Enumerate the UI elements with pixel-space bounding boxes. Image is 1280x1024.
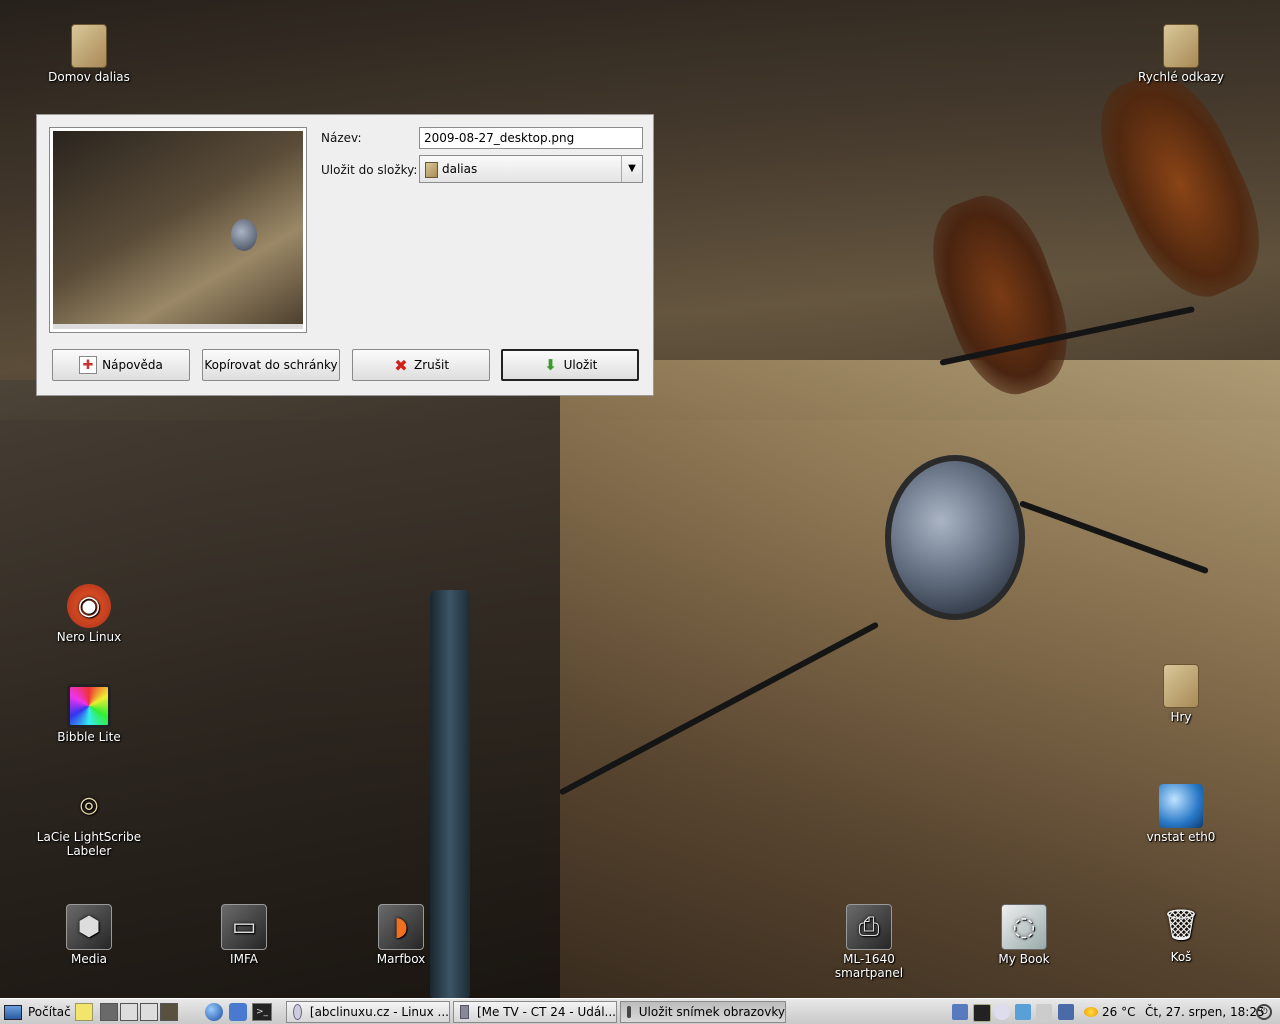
tv-icon <box>460 1005 469 1019</box>
nero-icon: ◉ <box>67 584 111 628</box>
help-icon: ✚ <box>79 356 98 374</box>
network-icon[interactable] <box>952 1004 968 1020</box>
media-tray-icon[interactable] <box>973 1004 991 1022</box>
clock-tray-icon[interactable] <box>994 1004 1010 1020</box>
desktop-icon-home[interactable]: Domov dalias <box>34 24 144 84</box>
desktop-icon-imfa[interactable]: ▭ IMFA <box>189 904 299 966</box>
launcher-notes[interactable] <box>75 1001 93 1023</box>
logout-button[interactable]: ⏻ <box>1256 1001 1272 1023</box>
desktop-icon-vnstat[interactable]: vnstat eth0 <box>1126 784 1236 844</box>
marfbox-icon: ◗ <box>378 904 424 950</box>
update-icon[interactable] <box>1015 1004 1031 1020</box>
clock[interactable]: Čt, 27. srpen, 18:25 <box>1145 1001 1265 1023</box>
folder-icon <box>71 24 107 68</box>
media-icon: ⬢ <box>66 904 112 950</box>
chevron-down-icon[interactable]: ▼ <box>621 156 642 182</box>
workspace-3[interactable] <box>140 1003 158 1021</box>
save-screenshot-dialog: Název: 2009-08-27_desktop.png Uložit do … <box>36 114 654 396</box>
start-menu-button[interactable]: Počítač <box>4 1001 71 1023</box>
chat-icon <box>229 1003 247 1021</box>
computer-icon <box>4 1004 22 1020</box>
globe-icon <box>1159 784 1203 828</box>
save-download-icon: ⬇ <box>544 356 557 374</box>
desktop-icon-printer[interactable]: ⎙ ML-1640 smartpanel <box>814 904 924 980</box>
folder-icon <box>1163 24 1199 68</box>
help-button[interactable]: ✚ Nápověda <box>52 349 190 381</box>
workspace-1[interactable] <box>100 1003 118 1021</box>
desktop-icon-games[interactable]: Hry <box>1126 664 1236 724</box>
folder-icon <box>425 161 438 178</box>
monitor-icon: ▭ <box>221 904 267 950</box>
notes-icon <box>75 1003 93 1021</box>
desktop-icon-lightscribe[interactable]: ◎ LaCie LightScribe Labeler <box>34 784 144 859</box>
filename-input[interactable]: 2009-08-27_desktop.png <box>419 127 643 149</box>
copy-to-clipboard-button[interactable]: Kopírovat do schránky <box>202 349 340 381</box>
printer-icon: ⎙ <box>846 904 892 950</box>
power-icon: ⏻ <box>1256 1004 1272 1020</box>
volume-icon[interactable] <box>1036 1004 1052 1020</box>
desktop-icon-mybook[interactable]: ◌ My Book <box>969 904 1079 966</box>
desktop-icon-trash[interactable]: 🗑 Koš <box>1126 904 1236 965</box>
desktop-icon-marfbox[interactable]: ◗ Marfbox <box>346 904 456 966</box>
workspace-2[interactable] <box>120 1003 138 1021</box>
launcher-messenger[interactable] <box>229 1001 247 1023</box>
browser-icon <box>293 1004 302 1020</box>
desktop-icon-nero[interactable]: ◉ Nero Linux <box>34 584 144 644</box>
desktop-icon-quick-links[interactable]: Rychlé odkazy <box>1126 24 1236 84</box>
name-label: Název: <box>321 131 362 145</box>
cancel-icon: ✖ <box>394 355 408 375</box>
folder-label: Uložit do složky: <box>321 163 418 177</box>
save-button[interactable]: ⬇ Uložit <box>501 349 639 381</box>
color-wheel-icon <box>67 684 111 728</box>
camera-icon <box>627 1006 631 1018</box>
taskbar: Počítač >_ [abclinuxu.cz - Linux ... [Me… <box>0 998 1280 1024</box>
folder-select[interactable]: dalias ▼ <box>419 155 643 183</box>
browser-globe-icon <box>205 1003 223 1021</box>
workspace-4[interactable] <box>160 1003 178 1021</box>
launcher-terminal[interactable]: >_ <box>252 1001 272 1023</box>
trash-icon: 🗑 <box>1161 908 1201 943</box>
task-metv[interactable]: [Me TV - CT 24 - Udál... <box>453 1001 617 1023</box>
cancel-button[interactable]: ✖ Zrušit <box>352 349 490 381</box>
task-abclinuxu[interactable]: [abclinuxu.cz - Linux ... <box>286 1001 450 1023</box>
terminal-icon: >_ <box>252 1003 272 1021</box>
workspace-switcher[interactable] <box>100 1001 180 1023</box>
screenshot-preview <box>49 127 307 333</box>
task-save-screenshot[interactable]: Uložit snímek obrazovky <box>620 1001 786 1023</box>
folder-icon <box>1163 664 1199 708</box>
desktop-icon-bibble[interactable]: Bibble Lite <box>34 684 144 744</box>
weather-widget[interactable]: 26 °C <box>1084 1001 1135 1023</box>
connection-icon[interactable] <box>1058 1004 1074 1020</box>
weather-sun-icon <box>1084 1007 1098 1017</box>
drive-icon: ◌ <box>1001 904 1047 950</box>
lightscribe-icon: ◎ <box>79 793 99 818</box>
launcher-browser[interactable] <box>205 1001 223 1023</box>
desktop-icon-media[interactable]: ⬢ Media <box>34 904 144 966</box>
